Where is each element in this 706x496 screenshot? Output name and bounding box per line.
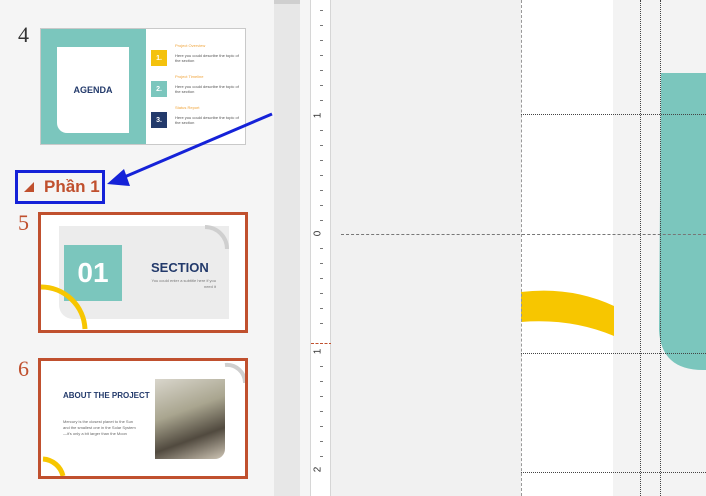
ruler-marker xyxy=(311,343,332,344)
vertical-ruler: 1 0 1 2 xyxy=(310,0,332,496)
ruler-label: 0 xyxy=(312,230,324,237)
guide-line[interactable] xyxy=(521,353,706,354)
ruler-label: 1 xyxy=(312,348,324,355)
slide-canvas[interactable] xyxy=(331,0,706,496)
callout-arrow xyxy=(107,112,273,186)
guide-line[interactable] xyxy=(341,234,706,235)
panel-splitter[interactable] xyxy=(274,0,300,496)
slide-thumbnail-panel: 4 AGENDA 1. Project Overview Here you co… xyxy=(0,0,274,496)
ruler-label: 1 xyxy=(312,112,324,119)
guide-line[interactable] xyxy=(521,472,706,473)
slide-shapes xyxy=(521,73,706,370)
scrollbar-thumb[interactable] xyxy=(274,0,300,4)
guide-line[interactable] xyxy=(660,0,661,496)
ruler-label: 2 xyxy=(312,466,324,473)
guide-line[interactable] xyxy=(521,114,706,115)
guide-line[interactable] xyxy=(640,0,641,496)
guide-line[interactable] xyxy=(521,0,522,496)
